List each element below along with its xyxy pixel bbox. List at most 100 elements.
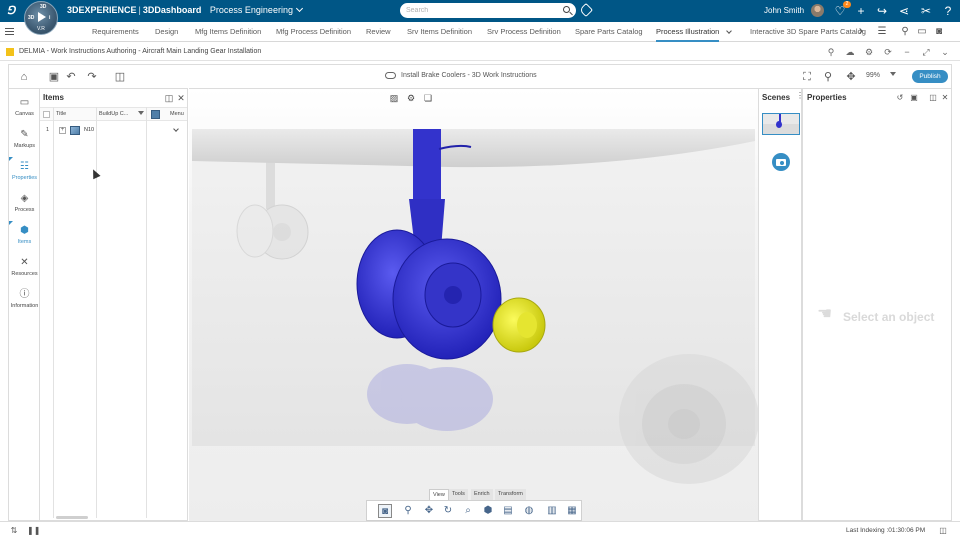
search-icon[interactable] xyxy=(563,6,570,13)
save-icon[interactable]: ▣ xyxy=(46,69,62,85)
column-menu[interactable]: Menu xyxy=(170,111,184,117)
layers-icon[interactable]: ❏ xyxy=(422,92,434,104)
zoom-icon[interactable]: ⚲ xyxy=(820,69,836,85)
chevron-down-icon[interactable] xyxy=(726,28,732,34)
rotate-icon[interactable]: ↻ xyxy=(441,504,455,518)
tab-process-illustration[interactable]: Process Illustration xyxy=(656,22,720,42)
tab-interactive-3d-spare-parts-catalog[interactable]: Interactive 3D Spare Parts Catalog xyxy=(750,22,866,42)
dock-icon[interactable]: ◫ xyxy=(164,93,174,103)
chat-bubble-icon[interactable]: ▭ xyxy=(915,25,929,39)
rail-item-process[interactable]: ◈ Process xyxy=(9,189,40,219)
forward-icon[interactable]: ↪ xyxy=(874,3,890,19)
resources-icon: ✕ xyxy=(20,257,29,268)
rail-item-markups[interactable]: ✎ Markups xyxy=(9,125,40,155)
undo-icon[interactable]: ↶ xyxy=(63,69,79,85)
rail-item-items[interactable]: ⬢ Items xyxy=(9,221,40,251)
tools-icon[interactable]: ✂ xyxy=(918,3,934,19)
search-box[interactable] xyxy=(400,3,576,18)
ds-logo-icon[interactable]: ⅁ xyxy=(3,3,19,19)
zoom-area-icon[interactable]: ⌕ xyxy=(461,504,475,518)
tab-srv-process-definition[interactable]: Srv Process Definition xyxy=(487,22,561,42)
fullscreen-icon[interactable]: ⤢ xyxy=(919,45,933,59)
network-icon[interactable]: ⇅ xyxy=(9,526,19,536)
horizontal-scrollbar[interactable] xyxy=(56,516,88,519)
render-mode-icon[interactable]: ▦ xyxy=(565,504,579,518)
compass-icon[interactable]: 3D 3D i V.R xyxy=(24,1,58,35)
tab-mfg-process-definition[interactable]: Mfg Process Definition xyxy=(276,22,351,42)
color-cube-icon[interactable]: ▨ xyxy=(388,92,400,104)
zoom-icon[interactable]: ⚲ xyxy=(401,504,415,518)
save-icon[interactable]: ▣ xyxy=(909,93,919,103)
pointer-hand-icon: ☚ xyxy=(817,304,833,323)
info-icon[interactable]: ◫ xyxy=(938,526,948,536)
tab-design[interactable]: Design xyxy=(155,22,178,42)
rail-item-information[interactable]: ⓘ Information xyxy=(9,285,40,315)
menu-icon[interactable] xyxy=(5,28,14,35)
cloud-icon[interactable]: ☁ xyxy=(843,45,857,59)
capture-icon[interactable]: ◙ xyxy=(378,504,392,518)
zoom-level[interactable]: 99% xyxy=(866,72,880,79)
gear-icon[interactable]: ⚙ xyxy=(862,45,876,59)
tab-enrich[interactable]: Enrich xyxy=(471,489,493,500)
list-icon[interactable]: ☰ xyxy=(875,25,889,39)
scenes-panel-title: Scenes xyxy=(762,93,791,102)
tab-srv-items-definition[interactable]: Srv Items Definition xyxy=(407,22,472,42)
gear-icon[interactable]: ⚙ xyxy=(405,92,417,104)
pause-icon[interactable]: ❚❚ xyxy=(27,526,40,536)
person-search-icon[interactable]: ⚲ xyxy=(898,25,912,39)
minimize-icon[interactable]: − xyxy=(900,45,914,59)
book-icon[interactable]: ▥ xyxy=(545,504,559,518)
tab-tools[interactable]: Tools xyxy=(449,489,468,500)
settings-panel-icon[interactable]: ◙ xyxy=(932,25,946,39)
tab-requirements[interactable]: Requirements xyxy=(92,22,139,42)
close-icon[interactable]: ✕ xyxy=(176,93,186,103)
chevron-down-icon[interactable] xyxy=(890,72,896,76)
measure-icon[interactable]: ◍ xyxy=(522,504,536,518)
search-icon[interactable]: ⚲ xyxy=(824,45,838,59)
filter-icon[interactable] xyxy=(138,111,144,115)
close-icon[interactable]: ✕ xyxy=(940,93,950,103)
column-title[interactable]: Title xyxy=(56,111,66,117)
tab-mfg-items-definition[interactable]: Mfg Items Definition xyxy=(195,22,261,42)
rail-item-canvas[interactable]: ▭ Canvas xyxy=(9,93,40,123)
rail-item-properties[interactable]: ☷ Properties xyxy=(9,157,40,187)
capture-scene-button[interactable] xyxy=(772,153,790,171)
pan-icon[interactable]: ✥ xyxy=(843,69,859,85)
fit-all-icon[interactable]: ⛶ xyxy=(799,69,815,85)
tab-transform[interactable]: Transform xyxy=(495,489,526,500)
expand-icon[interactable]: + xyxy=(59,127,66,134)
tab-review[interactable]: Review xyxy=(366,22,391,42)
brand-title[interactable]: 3DEXPERIENCE | 3DDashboard Process Enginee… xyxy=(67,4,304,15)
section-icon[interactable]: ▤ xyxy=(501,504,515,518)
select-all-checkbox[interactable] xyxy=(43,111,50,118)
refresh-icon[interactable]: ⟳ xyxy=(881,45,895,59)
tag-icon[interactable] xyxy=(578,2,594,18)
3d-scene[interactable] xyxy=(189,89,758,521)
add-icon[interactable]: + xyxy=(853,3,869,19)
redo-icon[interactable]: ↷ xyxy=(84,69,100,85)
rail-item-resources[interactable]: ✕ Resources xyxy=(9,253,40,283)
search-input[interactable] xyxy=(406,5,556,16)
tab-view[interactable]: View xyxy=(429,489,449,500)
table-row[interactable]: 1 + N10 xyxy=(40,123,187,137)
reset-icon[interactable]: ↺ xyxy=(895,93,905,103)
top-bar: ⅁ 3D 3D i V.R 3DEXPERIENCE | 3DDashboard P… xyxy=(0,0,960,35)
avatar[interactable] xyxy=(811,4,824,17)
column-buildup[interactable]: BuildUp C... xyxy=(99,111,128,117)
dock-icon[interactable]: ◫ xyxy=(928,93,938,103)
help-icon[interactable]: ? xyxy=(940,3,956,19)
chevron-down-icon[interactable]: ⌄ xyxy=(938,45,952,59)
view-cube-icon[interactable]: ⬢ xyxy=(481,504,495,518)
scene-thumbnail[interactable] xyxy=(762,113,800,135)
pan-icon[interactable]: ✥ xyxy=(422,504,436,518)
row-title[interactable]: N10 xyxy=(84,127,94,133)
more-options-icon[interactable]: ⋮ xyxy=(796,92,804,102)
tab-spare-parts-catalog[interactable]: Spare Parts Catalog xyxy=(575,22,643,42)
3d-viewer[interactable]: ▨ ⚙ ❏ View Tools Enrich Transform ◙ ⚲ ✥ … xyxy=(189,88,758,521)
home-icon[interactable]: ⌂ xyxy=(16,69,32,85)
share-icon[interactable]: ⋖ xyxy=(896,3,912,19)
chevron-down-icon[interactable] xyxy=(173,126,179,132)
user-name[interactable]: John Smith xyxy=(764,6,804,15)
panel-toggle-icon[interactable]: ◫ xyxy=(112,69,128,85)
publish-button[interactable]: Publish xyxy=(912,70,948,83)
